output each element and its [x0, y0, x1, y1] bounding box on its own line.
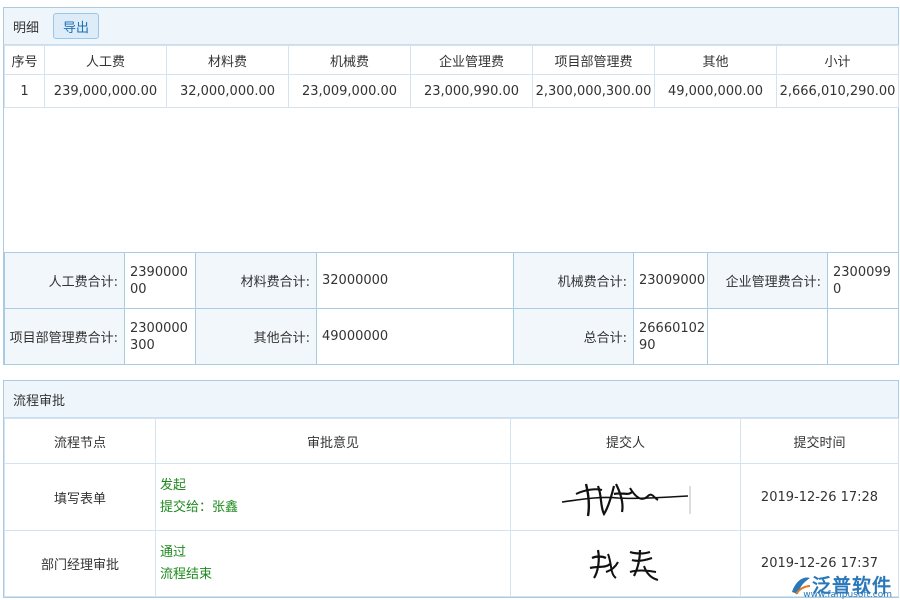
totals-row-1: 人工费合计: 239000000 材料费合计: 32000000 机械费合计: … [4, 252, 899, 309]
table-row[interactable]: 部门经理审批 通过 流程结束 2019-12-26 17:37 [4, 530, 899, 597]
cell-other: 49,000,000.00 [654, 74, 777, 108]
approval-title: 流程审批 [13, 393, 66, 409]
col-header-time: 提交时间 [740, 418, 899, 464]
table-row[interactable]: 填写表单 发起 提交给：张鑫 2019-12-26 17:28 [4, 463, 899, 531]
approval-table: 流程节点 审批意见 提交人 提交时间 填写表单 发起 提交给：张鑫 2019-1… [4, 418, 899, 597]
other-total-value: 49000000 [316, 308, 514, 365]
machine-total-label: 机械费合计: [513, 252, 634, 309]
detail-header: 明细 导出 [4, 8, 898, 45]
col-header-enterprise: 企业管理费 [410, 45, 533, 75]
grand-total-label: 总合计: [513, 308, 634, 365]
grand-total-value: 2666010290 [633, 308, 708, 365]
enterprise-total-label: 企业管理费合计: [707, 252, 828, 309]
labor-total-value: 239000000 [124, 252, 196, 309]
col-header-opinion: 审批意见 [155, 418, 511, 464]
watermark: 泛普软件 www.fanpusoft.com [790, 571, 892, 600]
opinion-cell: 发起 提交给：张鑫 [155, 463, 511, 531]
machine-total-value: 23009000 [633, 252, 708, 309]
approval-header-row: 流程节点 审批意见 提交人 提交时间 [4, 418, 899, 464]
opinion-detail: 流程结束 [160, 566, 213, 582]
signature-image [589, 549, 658, 581]
enterprise-total-value: 23000990 [827, 252, 899, 309]
col-header-subtotal: 小计 [776, 45, 899, 75]
time-cell: 2019-12-26 17:28 [740, 463, 899, 531]
approval-header: 流程审批 [4, 381, 898, 418]
detail-title: 明细 [13, 20, 40, 36]
project-total-value: 2300000300 [124, 308, 196, 365]
submitter-cell [510, 463, 741, 531]
empty-cell [707, 308, 828, 365]
cell-enterprise: 23,000,990.00 [410, 74, 533, 108]
col-header-other: 其他 [654, 45, 777, 75]
node-cell: 填写表单 [4, 463, 156, 531]
export-button[interactable]: 导出 [53, 13, 100, 39]
cell-labor: 239,000,000.00 [44, 74, 167, 108]
material-total-label: 材料费合计: [195, 252, 317, 309]
col-header-index: 序号 [4, 45, 45, 75]
col-header-project: 项目部管理费 [532, 45, 655, 75]
cell-subtotal: 2,666,010,290.00 [776, 74, 899, 108]
opinion-cell: 通过 流程结束 [155, 530, 511, 597]
totals-row-2: 项目部管理费合计: 2300000300 其他合计: 49000000 总合计:… [4, 308, 899, 365]
node-cell: 部门经理审批 [4, 530, 156, 597]
detail-panel: 明细 导出 序号 人工费 材料费 机械费 企业管理费 项目部管理费 其他 小计 … [3, 7, 899, 365]
empty-cell [827, 308, 899, 365]
signature-image [561, 483, 691, 517]
col-header-node: 流程节点 [4, 418, 156, 464]
col-header-submitter: 提交人 [510, 418, 741, 464]
other-total-label: 其他合计: [195, 308, 317, 365]
detail-header-row: 序号 人工费 材料费 机械费 企业管理费 项目部管理费 其他 小计 [4, 45, 899, 75]
cell-machine: 23,009,000.00 [288, 74, 411, 108]
table-row[interactable]: 1 239,000,000.00 32,000,000.00 23,009,00… [4, 74, 899, 108]
submitter-cell [510, 530, 741, 597]
col-header-labor: 人工费 [44, 45, 167, 75]
opinion-action: 发起 [160, 478, 187, 493]
approval-panel: 流程审批 流程节点 审批意见 提交人 提交时间 填写表单 发起 提交给：张鑫 2… [3, 380, 899, 598]
cell-index: 1 [4, 74, 45, 108]
cell-material: 32,000,000.00 [166, 74, 289, 108]
opinion-detail: 提交给：张鑫 [160, 500, 239, 515]
labor-total-label: 人工费合计: [4, 252, 125, 309]
material-total-value: 32000000 [316, 252, 514, 309]
detail-empty-area [4, 108, 898, 251]
watermark-url: www.fanpusoft.com [803, 590, 892, 600]
col-header-material: 材料费 [166, 45, 289, 75]
opinion-action: 通过 [160, 544, 187, 560]
project-total-label: 项目部管理费合计: [4, 308, 125, 365]
totals-table: 人工费合计: 239000000 材料费合计: 32000000 机械费合计: … [4, 252, 899, 365]
cell-project: 2,300,000,300.00 [532, 74, 655, 108]
col-header-machine: 机械费 [288, 45, 411, 75]
detail-table: 序号 人工费 材料费 机械费 企业管理费 项目部管理费 其他 小计 1 239,… [4, 45, 899, 108]
